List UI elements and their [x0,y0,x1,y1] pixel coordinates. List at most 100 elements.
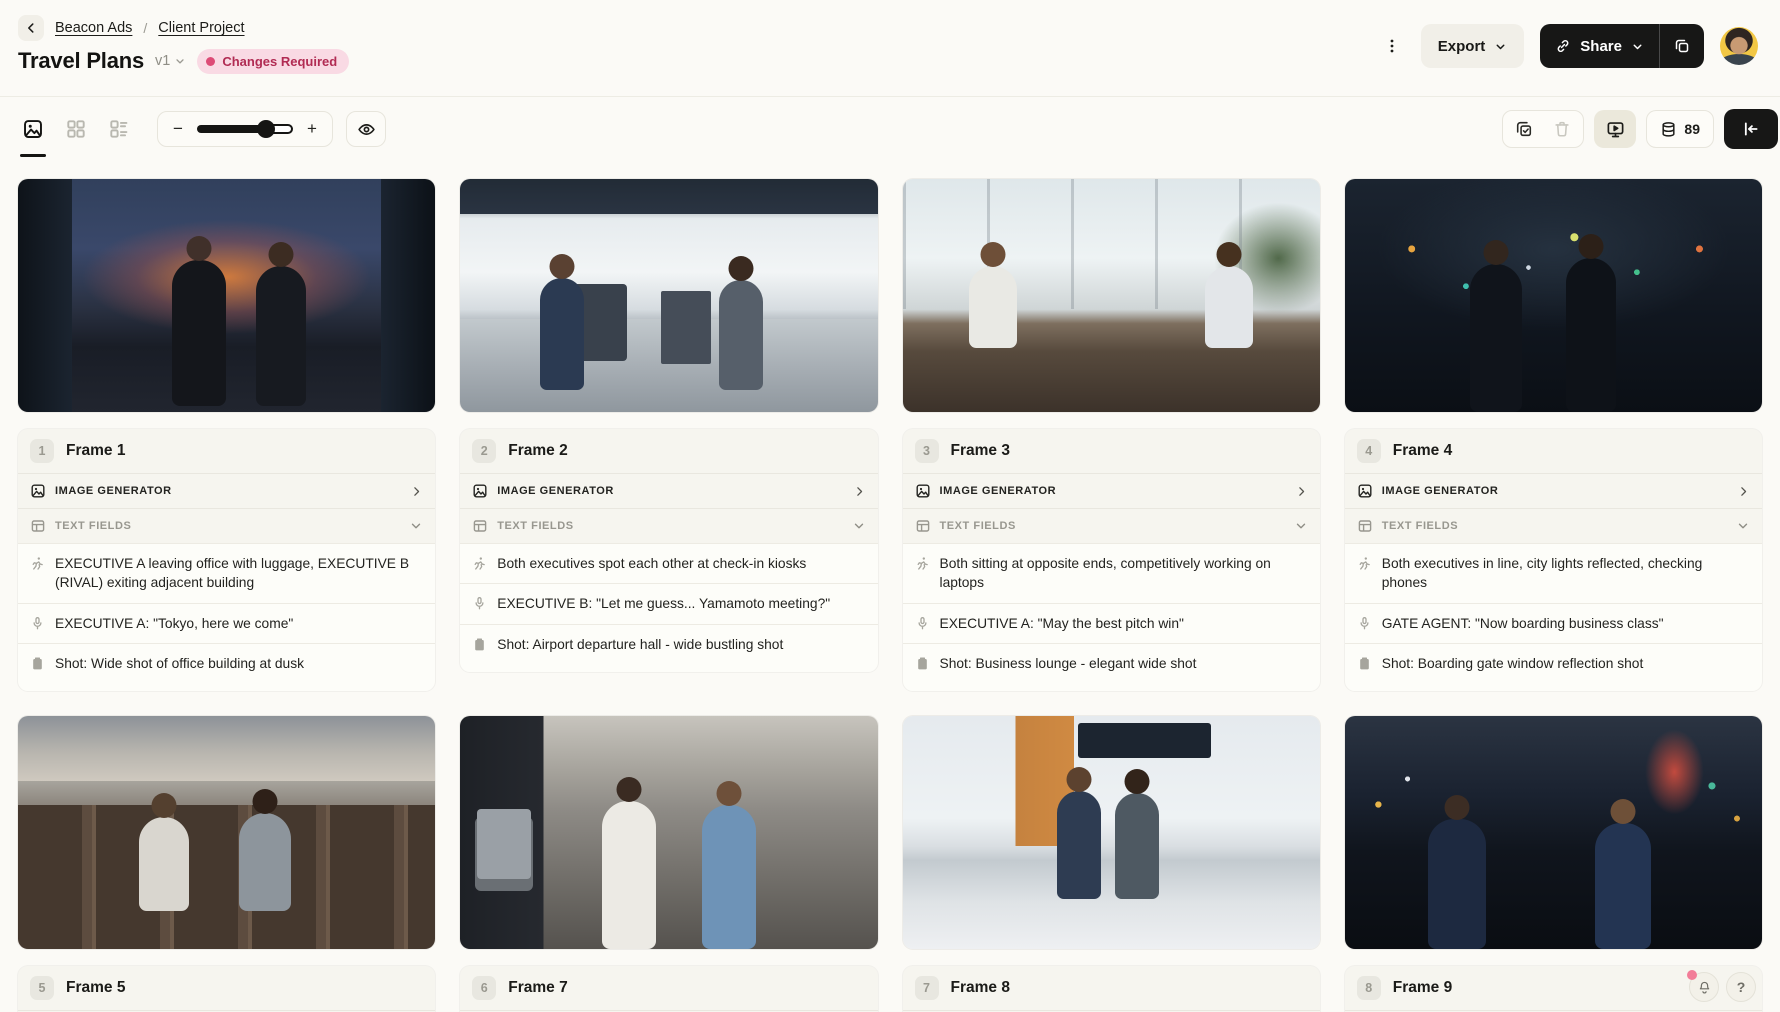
zoom-out-button[interactable]: − [171,119,185,139]
shot-text-field[interactable]: Shot: Business lounge - elegant wide sho… [902,642,1320,692]
dialogue-text: EXECUTIVE B: "Let me guess... Yamamoto m… [497,596,831,612]
frame-title-row[interactable]: 5 Frame 5 [18,966,435,1010]
clapperboard-icon [1357,656,1372,671]
shot-text: Shot: Business lounge - elegant wide sho… [939,655,1197,671]
image-generator-row[interactable]: IMAGE GENERATOR [1344,473,1762,508]
microphone-icon [1357,616,1372,631]
frame-title-row[interactable]: 4 Frame 4 [1345,429,1762,473]
export-button[interactable]: Export [1420,24,1525,68]
notifications-button[interactable] [1687,970,1719,1002]
list-view-icon [108,118,130,140]
chevron-right-icon [1737,485,1750,498]
frame-3-image[interactable] [902,179,1320,412]
chevron-left-icon [24,21,38,35]
delete-button[interactable] [1543,112,1581,146]
frame-1-image[interactable] [18,179,436,412]
breadcrumb: Beacon Ads / Client Project [18,15,349,41]
frame-title-row[interactable]: 1 Frame 1 [18,429,435,473]
frame-5-image[interactable] [18,716,436,950]
view-toggle-grid[interactable] [61,114,91,144]
action-text: Both executives in line, city lights ref… [1381,556,1703,591]
present-button[interactable] [1594,110,1637,148]
zoom-slider-handle[interactable] [257,120,276,138]
action-text-field[interactable]: Both sitting at opposite ends, competiti… [902,543,1320,603]
text-fields-row[interactable]: TEXT FIELDS [902,508,1320,543]
breadcrumb-link-workspace[interactable]: Beacon Ads [55,20,132,36]
version-selector[interactable]: v1 [155,53,186,69]
frame-title: Frame 7 [508,979,568,997]
breadcrumb-link-project[interactable]: Client Project [158,20,244,36]
share-button[interactable]: Share [1540,24,1659,68]
frame-number-badge: 3 [914,439,939,463]
text-fields-row[interactable]: TEXT FIELDS [1344,508,1762,543]
preview-visibility-button[interactable] [346,111,386,147]
frame-cell-1: 1 Frame 1 IMAGE GENERATOR TEXT FIELDS EX… [18,179,436,692]
frame-cell-7: 6 Frame 7 IMAGE GENERATOR TEXT FIELDS [460,716,878,1012]
frame-cell-9: 8 Frame 9 IMAGE GENERATOR TEXT FIELDS [1344,716,1762,1012]
clapperboard-icon [915,656,930,671]
frame-title-row[interactable]: 7 Frame 8 [903,966,1320,1010]
assets-counter-button[interactable]: 89 [1646,110,1714,148]
action-text-field[interactable]: Both executives spot each other at check… [460,543,878,584]
frame-title-row[interactable]: 2 Frame 2 [460,429,877,473]
view-toggle-list[interactable] [104,114,134,144]
more-options-button[interactable] [1379,29,1405,63]
copy-check-icon [1515,120,1533,138]
multi-select-button[interactable] [1505,112,1543,146]
frame-title: Frame 8 [950,979,1010,997]
text-fields-label: TEXT FIELDS [939,520,1016,532]
zoom-slider-fill [197,125,267,133]
image-generator-row[interactable]: IMAGE GENERATOR [18,473,436,508]
help-button[interactable]: ? [1726,972,1756,1002]
text-fields-row[interactable]: TEXT FIELDS [18,508,436,543]
chevron-down-icon [1736,519,1750,533]
clapperboard-icon [30,656,45,671]
zoom-slider-track[interactable] [197,120,293,138]
user-avatar[interactable] [1720,27,1758,65]
share-split-button: Share [1540,24,1704,68]
frame-4-image[interactable] [1344,179,1762,412]
copy-link-button[interactable] [1660,24,1704,68]
image-generator-label: IMAGE GENERATOR [497,485,614,497]
image-view-icon [22,118,44,140]
image-generator-row[interactable]: IMAGE GENERATOR [902,473,1320,508]
action-run-icon [915,556,930,571]
frame-9-image[interactable] [1344,716,1762,950]
dialogue-text-field[interactable]: GATE AGENT: "Now boarding business class… [1344,602,1762,643]
dialogue-text-field[interactable]: EXECUTIVE B: "Let me guess... Yamamoto m… [460,583,878,624]
frame-title-row[interactable]: 6 Frame 7 [460,966,877,1010]
frame-8-image[interactable] [902,716,1320,950]
shot-text-field[interactable]: Shot: Wide shot of office building at du… [18,642,436,692]
text-fields-label: TEXT FIELDS [497,520,574,532]
status-badge[interactable]: Changes Required [197,48,350,74]
frame-3-card: 3 Frame 3 IMAGE GENERATOR TEXT FIELDS Bo… [902,429,1320,692]
export-label: Export [1437,37,1486,55]
dialogue-text-field[interactable]: EXECUTIVE A: "May the best pitch win" [902,602,1320,643]
shot-text-field[interactable]: Shot: Boarding gate window reflection sh… [1344,642,1762,692]
shot-text-field[interactable]: Shot: Airport departure hall - wide bust… [460,623,878,672]
image-generator-row[interactable]: IMAGE GENERATOR [460,473,878,508]
view-toggle-storyboard[interactable] [18,114,48,157]
text-fields-row[interactable]: TEXT FIELDS [460,508,878,543]
action-run-icon [1357,556,1372,571]
frame-5-card: 5 Frame 5 IMAGE GENERATOR TEXT FIELDS [18,966,436,1012]
assets-count: 89 [1684,121,1700,137]
image-icon [30,483,46,499]
action-text-field[interactable]: Both executives in line, city lights ref… [1344,543,1762,603]
frame-7-image[interactable] [460,716,878,950]
frame-cell-4: 4 Frame 4 IMAGE GENERATOR TEXT FIELDS Bo… [1344,179,1762,692]
frame-title: Frame 3 [950,442,1010,459]
frame-7-card: 6 Frame 7 IMAGE GENERATOR TEXT FIELDS [460,966,878,1012]
action-text-field[interactable]: EXECUTIVE A leaving office with luggage,… [18,543,436,603]
dialogue-text-field[interactable]: EXECUTIVE A: "Tokyo, here we come" [18,602,436,643]
frame-title-row[interactable]: 3 Frame 3 [903,429,1320,473]
collapse-panel-button[interactable] [1724,109,1778,149]
trash-icon [1553,120,1571,138]
table-icon [472,518,488,534]
zoom-in-button[interactable]: + [305,119,319,139]
chevron-down-icon [409,519,423,533]
frame-2-image[interactable] [460,179,878,412]
database-icon [1660,121,1677,138]
back-button[interactable] [18,15,44,41]
frame-title: Frame 9 [1392,979,1453,997]
